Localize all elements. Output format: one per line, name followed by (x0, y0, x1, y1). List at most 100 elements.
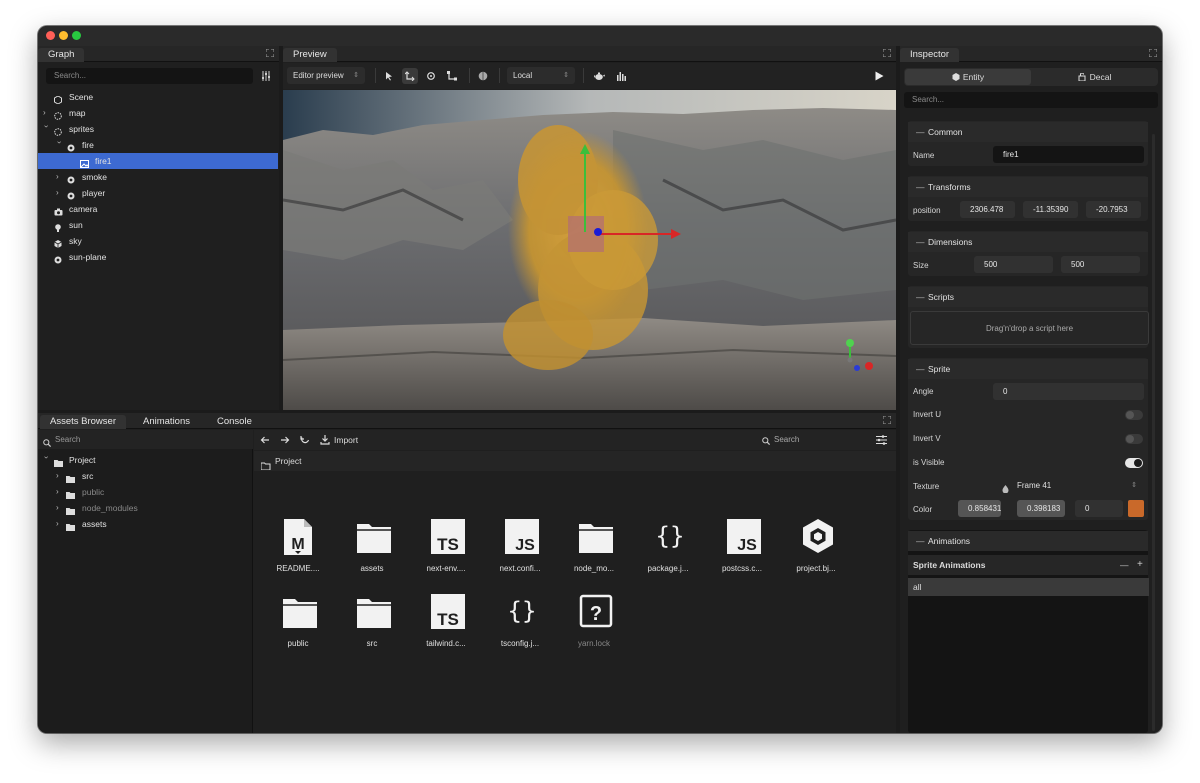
file-item[interactable]: TS next-env.... (410, 518, 482, 584)
dimensions-section-header[interactable]: — Dimensions (908, 232, 1148, 252)
file-item[interactable]: {} package.j... (632, 518, 704, 584)
tree-item-smoke[interactable]: › smoke (38, 169, 278, 185)
angle-input[interactable]: 0 (993, 383, 1144, 400)
breadcrumb-item[interactable]: Project (275, 451, 301, 471)
assets-tree-project[interactable]: › Project (38, 452, 253, 468)
preview-mode-select[interactable]: Editor preview ⇕ (287, 67, 365, 84)
tab-decal[interactable]: Decal (1032, 69, 1157, 85)
file-item[interactable]: public (262, 593, 334, 659)
file-item[interactable]: {} tsconfig.j... (484, 593, 556, 659)
grid-toggle-button[interactable] (475, 68, 491, 84)
scale-tool-button[interactable] (444, 68, 460, 84)
color-b-input[interactable]: 0 (1075, 500, 1123, 517)
assets-tree-src[interactable]: › src (38, 468, 253, 484)
position-z-input[interactable]: -20.7953 (1086, 201, 1141, 218)
file-item[interactable]: TS tailwind.c... (410, 593, 482, 659)
maximize-window-button[interactable] (72, 31, 81, 40)
expand-icon[interactable] (883, 416, 891, 424)
move-tool-button[interactable] (402, 68, 418, 84)
graph-filter-button[interactable] (258, 68, 274, 84)
chevron-down-icon[interactable]: › (51, 141, 67, 149)
chevron-right-icon[interactable]: › (56, 169, 64, 185)
invert-u-toggle[interactable] (1125, 410, 1143, 420)
file-item[interactable]: project.bj... (780, 518, 852, 584)
assets-tree-assets[interactable]: › assets (38, 516, 253, 532)
chevron-down-icon[interactable]: › (38, 456, 54, 464)
back-arrow-icon[interactable] (260, 435, 270, 447)
tree-item-sun[interactable]: sun (38, 217, 278, 233)
scripts-section-header[interactable]: — Scripts (908, 287, 1148, 307)
tab-console[interactable]: Console (207, 415, 262, 429)
tree-item-scene[interactable]: Scene (38, 89, 278, 105)
tab-assets-browser[interactable]: Assets Browser (40, 415, 126, 429)
inspector-search-input[interactable]: Search... (904, 92, 1158, 108)
forward-arrow-icon[interactable] (280, 435, 290, 447)
animation-list-item[interactable]: all (908, 578, 1149, 596)
texture-select[interactable]: Frame 41 ⇕ (996, 477, 1143, 494)
assets-tree-public[interactable]: › public (38, 484, 253, 500)
size-height-input[interactable]: 500 (1061, 256, 1140, 273)
name-input[interactable]: fire1 (993, 146, 1144, 163)
file-item[interactable]: M README.... (262, 518, 334, 584)
tab-preview[interactable]: Preview (283, 48, 337, 62)
stats-button[interactable] (613, 68, 629, 84)
color-r-input[interactable]: 0.858431 (958, 500, 1001, 517)
position-x-input[interactable]: 2306.478 (960, 201, 1015, 218)
invert-v-toggle[interactable] (1125, 434, 1143, 444)
chevron-right-icon[interactable]: › (56, 468, 64, 484)
graph-search-input[interactable]: Search... (46, 68, 253, 84)
visible-toggle[interactable] (1125, 458, 1143, 468)
chevron-right-icon[interactable]: › (43, 105, 51, 121)
tab-inspector[interactable]: Inspector (900, 48, 960, 62)
inspector-scrollbar[interactable] (1152, 134, 1155, 731)
rotate-tool-button[interactable] (423, 68, 439, 84)
color-g-input[interactable]: 0.398183 (1017, 500, 1065, 517)
expand-icon[interactable] (266, 49, 274, 57)
transform-space-select[interactable]: Local ⇕ (507, 67, 575, 84)
tree-item-fire1[interactable]: fire1 (38, 153, 278, 169)
tab-entity[interactable]: Entity (905, 69, 1031, 85)
expand-icon[interactable] (1149, 49, 1157, 57)
file-item[interactable]: JS next.confi... (484, 518, 556, 584)
transforms-section-header[interactable]: — Transforms (908, 177, 1148, 197)
chevron-right-icon[interactable]: › (56, 484, 64, 500)
expand-icon[interactable] (883, 49, 891, 57)
select-tool-button[interactable] (381, 68, 397, 84)
assets-search-input[interactable]: Search (760, 433, 860, 447)
file-item[interactable]: ? yarn.lock (558, 593, 630, 659)
tab-graph[interactable]: Graph (38, 48, 85, 62)
animations-section-header[interactable]: — Animations (908, 531, 1148, 551)
tree-item-sky[interactable]: sky (38, 233, 278, 249)
close-window-button[interactable] (46, 31, 55, 40)
remove-animation-button[interactable]: — (1120, 555, 1129, 575)
add-animation-button[interactable]: + (1137, 555, 1143, 575)
sprite-section-header[interactable]: — Sprite (908, 359, 1148, 379)
tree-item-sprites[interactable]: › sprites (38, 121, 278, 137)
tree-item-map[interactable]: › map (38, 105, 278, 121)
play-button[interactable] (871, 68, 887, 84)
size-width-input[interactable]: 500 (974, 256, 1053, 273)
file-item[interactable]: assets (336, 518, 408, 584)
chevron-down-icon[interactable]: › (38, 125, 54, 133)
chevron-right-icon[interactable]: › (56, 185, 64, 201)
common-section-header[interactable]: — Common (908, 122, 1148, 142)
tab-animations[interactable]: Animations (133, 415, 200, 429)
file-item[interactable]: node_mo... (558, 518, 630, 584)
tree-item-camera[interactable]: camera (38, 201, 278, 217)
script-drop-zone[interactable]: Drag'n'drop a script here (910, 311, 1149, 345)
list-settings-icon[interactable] (876, 435, 887, 447)
assets-tree-node-modules[interactable]: › node_modules (38, 500, 253, 516)
assets-tree-search[interactable]: Search (38, 430, 253, 449)
position-y-input[interactable]: -11.35390 (1023, 201, 1078, 218)
minimize-window-button[interactable] (59, 31, 68, 40)
tree-item-sun-plane[interactable]: sun-plane (38, 249, 278, 265)
viewport[interactable] (283, 90, 896, 410)
chevron-right-icon[interactable]: › (56, 500, 64, 516)
refresh-icon[interactable] (300, 435, 310, 447)
file-item[interactable]: JS postcss.c... (706, 518, 778, 584)
tree-item-player[interactable]: › player (38, 185, 278, 201)
chevron-right-icon[interactable]: › (56, 516, 64, 532)
tree-item-fire[interactable]: › fire (38, 137, 278, 153)
color-swatch[interactable] (1128, 500, 1144, 517)
file-item[interactable]: src (336, 593, 408, 659)
